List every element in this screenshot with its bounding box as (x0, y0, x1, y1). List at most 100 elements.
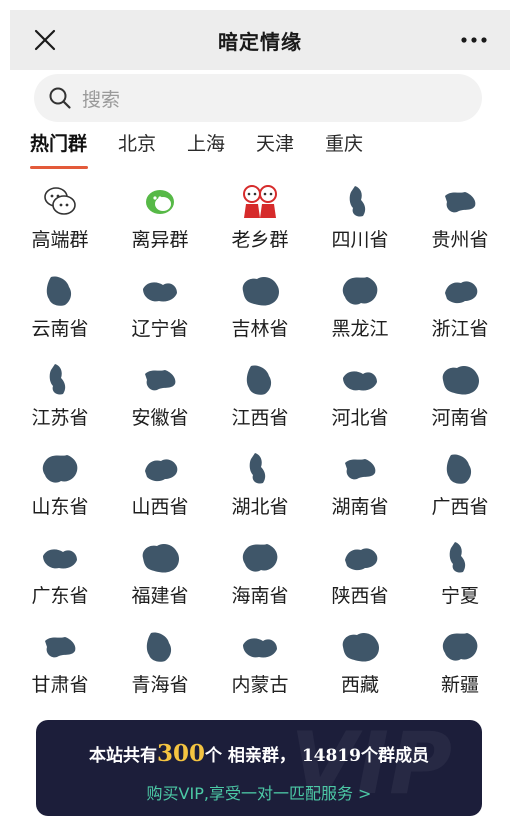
province-map-icon (36, 271, 84, 311)
group-tile[interactable]: 江苏省 (10, 358, 110, 447)
group-tile-label: 河北省 (331, 407, 389, 429)
province-map-icon (136, 360, 184, 400)
province-map-icon (36, 449, 84, 489)
province-map-icon (436, 538, 484, 578)
group-tile[interactable]: 山西省 (110, 447, 210, 536)
province-map-icon (36, 360, 84, 400)
group-tile-label: 湖北省 (231, 496, 289, 518)
group-tile[interactable]: 离异群 (110, 180, 210, 269)
group-tile[interactable]: 四川省 (310, 180, 410, 269)
group-tile[interactable]: 西藏 (310, 625, 410, 714)
province-map-icon (336, 182, 384, 222)
province-map-icon (236, 627, 284, 667)
group-tile-label: 山东省 (31, 496, 89, 518)
banner-stats-suffix: 个群成员 (361, 746, 429, 766)
city-tabs: 热门群 北京 上海 天津 重庆 (30, 130, 490, 178)
group-tile-label: 河南省 (431, 407, 489, 429)
group-tile[interactable]: 山东省 (10, 447, 110, 536)
vip-banner[interactable]: VIP 本站共有300个 相亲群， 14819个群成员 购买VIP,享受一对一匹… (36, 720, 482, 816)
group-tile-label: 福建省 (131, 585, 189, 607)
group-tile-label: 广东省 (31, 585, 89, 607)
group-tile[interactable]: 安徽省 (110, 358, 210, 447)
tab-hot-groups[interactable]: 热门群 (30, 130, 87, 178)
province-map-icon (136, 449, 184, 489)
province-map-icon (36, 538, 84, 578)
group-tile-label: 吉林省 (231, 318, 289, 340)
group-tile[interactable]: 新疆 (410, 625, 510, 714)
group-tile[interactable]: 广西省 (410, 447, 510, 536)
group-tile-label: 高端群 (31, 229, 89, 251)
group-tile-label: 老乡群 (231, 229, 289, 251)
group-tile-label: 四川省 (331, 229, 389, 251)
group-tile[interactable]: 云南省 (10, 269, 110, 358)
province-map-icon (236, 360, 284, 400)
group-tile-label: 甘肃省 (31, 674, 89, 696)
group-tile[interactable]: 浙江省 (410, 269, 510, 358)
chat-bubbles-icon (36, 182, 84, 222)
province-map-icon (436, 271, 484, 311)
group-tile[interactable]: 黑龙江 (310, 269, 410, 358)
province-map-icon (336, 627, 384, 667)
group-tile[interactable]: 甘肃省 (10, 625, 110, 714)
group-tile[interactable]: 吉林省 (210, 269, 310, 358)
group-tile[interactable]: 辽宁省 (110, 269, 210, 358)
group-tile-label: 内蒙古 (231, 674, 289, 696)
group-tile-label: 辽宁省 (131, 318, 189, 340)
member-count: 14819 (301, 746, 361, 766)
group-tile-label: 贵州省 (431, 229, 489, 251)
group-tile[interactable]: 湖南省 (310, 447, 410, 536)
more-options-icon[interactable] (458, 30, 490, 50)
tab-tianjin[interactable]: 天津 (256, 130, 294, 178)
province-map-icon (236, 271, 284, 311)
province-map-icon (436, 360, 484, 400)
province-map-icon (236, 538, 284, 578)
group-tile[interactable]: 河北省 (310, 358, 410, 447)
group-tile[interactable]: 青海省 (110, 625, 210, 714)
tab-beijing[interactable]: 北京 (118, 130, 156, 178)
green-chat-icon (136, 182, 184, 222)
group-tile-label: 海南省 (231, 585, 289, 607)
group-tile-label: 离异群 (131, 229, 189, 251)
group-tile-label: 安徽省 (131, 407, 189, 429)
group-tile-label: 湖南省 (331, 496, 389, 518)
group-tile-label: 江西省 (231, 407, 289, 429)
group-tile[interactable]: 海南省 (210, 536, 310, 625)
province-map-icon (336, 271, 384, 311)
province-map-icon (436, 449, 484, 489)
group-tile-label: 广西省 (431, 496, 489, 518)
group-tile[interactable]: 老乡群 (210, 180, 310, 269)
tab-shanghai[interactable]: 上海 (187, 130, 225, 178)
banner-stats-mid: 个 相亲群， (205, 746, 296, 766)
banner-stats: 本站共有300个 相亲群， 14819个群成员 (36, 740, 482, 767)
tab-chongqing[interactable]: 重庆 (325, 130, 363, 178)
group-count: 300 (156, 740, 205, 767)
province-map-icon (336, 360, 384, 400)
province-map-icon (136, 538, 184, 578)
active-tab-indicator (30, 166, 88, 169)
page-title: 暗定情缘 (218, 29, 302, 54)
province-map-icon (336, 449, 384, 489)
group-tile-label: 山西省 (131, 496, 189, 518)
group-tile-label: 黑龙江 (331, 318, 389, 340)
vip-purchase-link[interactable]: 购买VIP,享受一对一匹配服务 > (36, 780, 482, 804)
province-map-icon (436, 627, 484, 667)
group-tile[interactable]: 河南省 (410, 358, 510, 447)
province-map-icon (336, 538, 384, 578)
group-tile[interactable]: 福建省 (110, 536, 210, 625)
province-map-icon (236, 449, 284, 489)
province-map-icon (136, 271, 184, 311)
group-tile[interactable]: 贵州省 (410, 180, 510, 269)
search-input[interactable]: 搜索 (34, 74, 482, 122)
group-tile[interactable]: 湖北省 (210, 447, 310, 536)
group-tile[interactable]: 江西省 (210, 358, 310, 447)
group-tile[interactable]: 广东省 (10, 536, 110, 625)
title-bar: 暗定情缘 (10, 10, 510, 70)
group-tile-label: 青海省 (131, 674, 189, 696)
group-tile[interactable]: 陕西省 (310, 536, 410, 625)
red-couple-icon (236, 182, 284, 222)
app-frame: 暗定情缘 搜索 热门群 北京 上海 天津 重庆 高端群 离异群 老乡群 四川省 贵州省云… (10, 10, 510, 822)
group-tile[interactable]: 高端群 (10, 180, 110, 269)
group-tile[interactable]: 内蒙古 (210, 625, 310, 714)
close-icon[interactable] (32, 27, 58, 53)
group-tile[interactable]: 宁夏 (410, 536, 510, 625)
